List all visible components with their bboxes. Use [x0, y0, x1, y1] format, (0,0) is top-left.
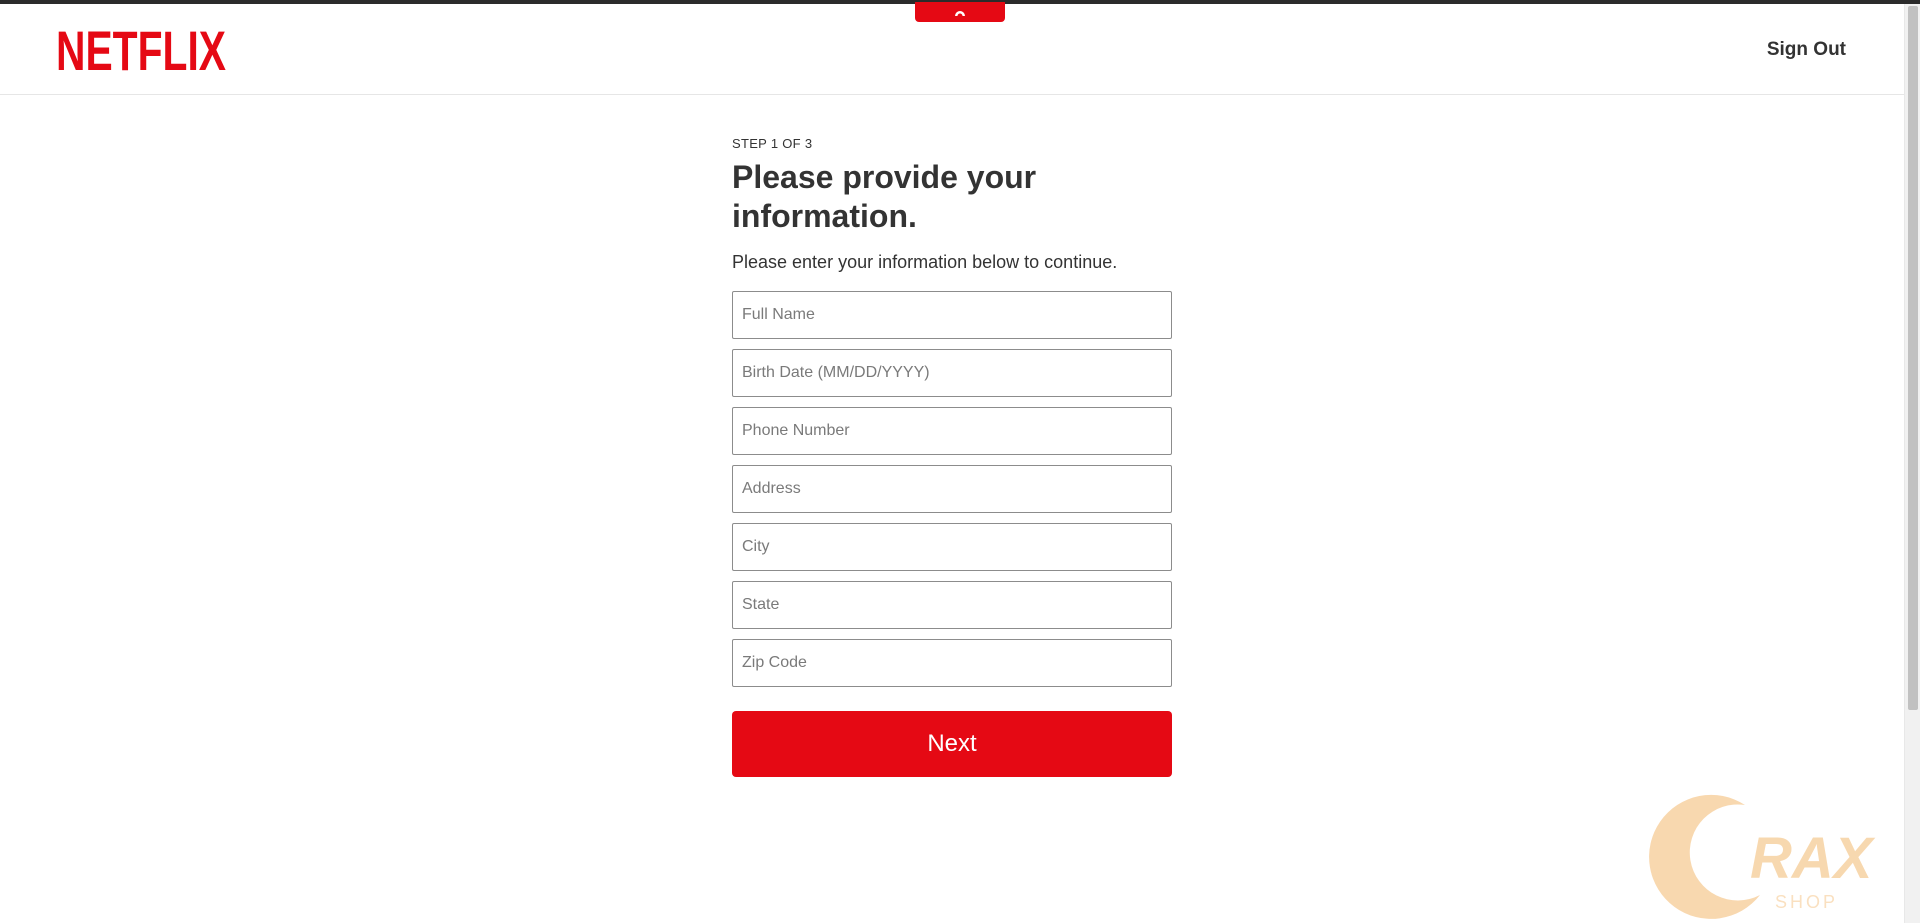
netflix-logo[interactable]: NETFLIX: [56, 24, 226, 76]
birth-date-input[interactable]: [732, 349, 1172, 397]
info-form: STEP 1 OF 3 Please provide your informat…: [732, 136, 1172, 777]
page: NETFLIX Sign Out STEP 1 OF 3 Please prov…: [0, 0, 1920, 923]
phone-number-input[interactable]: [732, 407, 1172, 455]
site-header: NETFLIX Sign Out: [0, 4, 1904, 95]
address-input[interactable]: [732, 465, 1172, 513]
vertical-scrollbar[interactable]: [1904, 4, 1920, 923]
zip-code-input[interactable]: [732, 639, 1172, 687]
step-indicator: STEP 1 OF 3: [732, 136, 813, 151]
city-input[interactable]: [732, 523, 1172, 571]
page-title: Please provide your information.: [732, 159, 1037, 234]
sign-out-link[interactable]: Sign Out: [1767, 39, 1846, 61]
svg-text:NETFLIX: NETFLIX: [56, 24, 226, 76]
svg-text:SHOP: SHOP: [1775, 892, 1838, 912]
svg-text:RAX: RAX: [1750, 826, 1876, 891]
crax-shop-watermark: RAX SHOP: [1649, 794, 1876, 919]
next-button[interactable]: Next: [732, 711, 1172, 777]
state-input[interactable]: [732, 581, 1172, 629]
full-name-input[interactable]: [732, 291, 1172, 339]
form-subtitle: Please enter your information below to c…: [732, 252, 1118, 272]
scrollbar-thumb[interactable]: [1908, 6, 1918, 710]
